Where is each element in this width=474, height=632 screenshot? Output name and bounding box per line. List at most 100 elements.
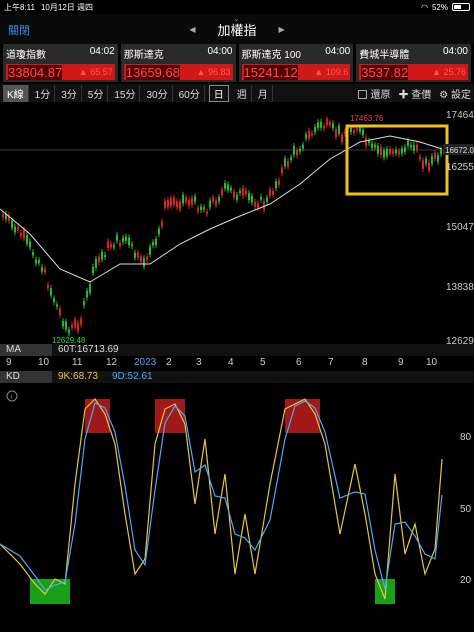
quote-price: 15241.12 — [243, 64, 298, 80]
current-price-label: 16672.03 — [445, 146, 474, 155]
candle — [77, 322, 79, 331]
battery-icon — [452, 3, 470, 11]
x-tick: 9 — [398, 357, 404, 368]
kd-y-tick: 20 — [460, 575, 472, 586]
tab-1min[interactable]: 1分 — [31, 84, 56, 102]
wifi-icon: ◠ — [421, 2, 428, 12]
candle — [374, 144, 376, 148]
quote-name: 費城半導體 — [359, 50, 410, 61]
y-tick: 16255 — [446, 162, 474, 173]
tab-15min[interactable]: 15分 — [110, 84, 141, 102]
quote-card[interactable]: 那斯達克 04:00 13659.68 ▲ 96.83 — [120, 44, 236, 82]
quote-card[interactable]: 道瓊指數 04:02 33804.87 ▲ 65.57 — [3, 44, 118, 82]
checkbox-icon — [358, 89, 368, 99]
ma-value: 60T:16713.69 — [58, 344, 119, 355]
chevron-down-icon[interactable]: ⌄ — [233, 14, 240, 23]
x-tick-year: 2023 — [134, 357, 157, 368]
candle — [23, 229, 25, 239]
tab-3min[interactable]: 3分 — [57, 84, 82, 102]
high-label: 17463.76 — [350, 114, 384, 123]
candle — [407, 140, 409, 146]
candle — [35, 259, 37, 264]
y-tick: 13838 — [446, 282, 474, 293]
candle — [242, 188, 244, 197]
candle — [341, 134, 343, 143]
candle — [359, 127, 361, 132]
candle — [56, 304, 58, 307]
kd-chart-svg: i 80 50 20 — [0, 390, 472, 604]
x-axis: 9 10 11 12 2023 2 3 4 5 6 7 8 9 10 — [0, 357, 474, 369]
candle — [329, 122, 331, 125]
candle — [50, 288, 52, 296]
candle — [113, 245, 115, 248]
candle — [260, 196, 262, 200]
x-tick: 2 — [166, 357, 172, 368]
candle — [275, 181, 277, 189]
candle — [95, 258, 97, 268]
candle — [392, 151, 394, 154]
candle — [14, 226, 16, 233]
candle — [266, 197, 268, 202]
candle — [38, 259, 40, 264]
candle — [188, 200, 190, 206]
candle — [404, 147, 406, 152]
candle — [80, 318, 82, 325]
prev-arrow-icon[interactable]: ◀ — [189, 25, 195, 34]
candle — [440, 149, 442, 155]
tab-month[interactable]: 月 — [254, 84, 273, 102]
nav-bar: 關閉 ⌄ ◀ 加權指 ▶ — [0, 14, 474, 44]
k-line — [0, 398, 443, 600]
candle — [182, 194, 184, 204]
candle — [41, 267, 43, 272]
kd-chart[interactable]: i 80 50 20 — [0, 384, 474, 632]
candle — [185, 197, 187, 202]
candle — [32, 252, 34, 256]
tab-week[interactable]: 週 — [233, 84, 252, 102]
close-button[interactable]: 關閉 — [8, 22, 30, 38]
query-button[interactable]: ✚ 查價 — [398, 86, 431, 101]
candle — [254, 201, 256, 207]
candle — [20, 232, 22, 237]
candle — [389, 148, 391, 154]
tab-k-line[interactable]: K線 — [3, 84, 29, 102]
tab-day[interactable]: 日 — [208, 84, 229, 102]
tab-30min[interactable]: 30分 — [142, 84, 173, 102]
quote-name: 那斯達克 — [123, 50, 164, 61]
ma-indicator-bar[interactable]: MA 60T:16713.69 — [0, 344, 474, 356]
candle — [119, 242, 121, 246]
settings-button[interactable]: ⚙ 設定 — [439, 86, 471, 101]
candle — [107, 241, 109, 248]
timeframe-tabs: K線 1分 3分 5分 15分 30分 60分 日 週 月 還原 ✚ 查價 ⚙ … — [0, 84, 474, 102]
candle — [425, 158, 427, 164]
candle — [71, 324, 73, 328]
candle — [101, 251, 103, 260]
tab-5min[interactable]: 5分 — [84, 84, 109, 102]
candle — [161, 221, 163, 227]
candle — [233, 191, 235, 198]
y-tick: 17464 — [446, 110, 474, 121]
ma-tag[interactable]: MA — [0, 344, 52, 356]
candle — [62, 321, 64, 327]
quote-card[interactable]: 那斯達克 100 04:00 15241.12 ▲ 109.6 — [238, 44, 354, 82]
tab-60min[interactable]: 60分 — [175, 84, 205, 102]
kd-tag[interactable]: KD — [0, 371, 52, 383]
quote-card[interactable]: 費城半導體 04:00 3537.82 ▲ 25.76 — [356, 44, 471, 82]
candle — [128, 237, 130, 246]
candle — [338, 125, 340, 134]
x-tick: 4 — [228, 357, 234, 368]
candle — [17, 226, 19, 230]
candle — [332, 123, 334, 129]
candle — [428, 162, 430, 171]
quote-strip: 道瓊指數 04:02 33804.87 ▲ 65.57 那斯達克 04:00 1365… — [0, 44, 474, 82]
quote-change: ▲ 65.57 — [78, 67, 113, 77]
candle — [104, 254, 106, 258]
next-arrow-icon[interactable]: ▶ — [279, 25, 285, 34]
kd-indicator-bar[interactable]: KD 9K:68.73 9D:52.61 — [0, 371, 474, 383]
restore-toggle[interactable]: 還原 — [358, 86, 390, 101]
price-chart[interactable]: 16672.03 17463.76 12629.48 17464 16255 1… — [0, 104, 474, 347]
candle — [212, 197, 214, 202]
x-tick: 11 — [72, 357, 83, 368]
y-tick: 15047 — [446, 222, 474, 233]
candle — [68, 329, 70, 334]
candle — [302, 144, 304, 149]
